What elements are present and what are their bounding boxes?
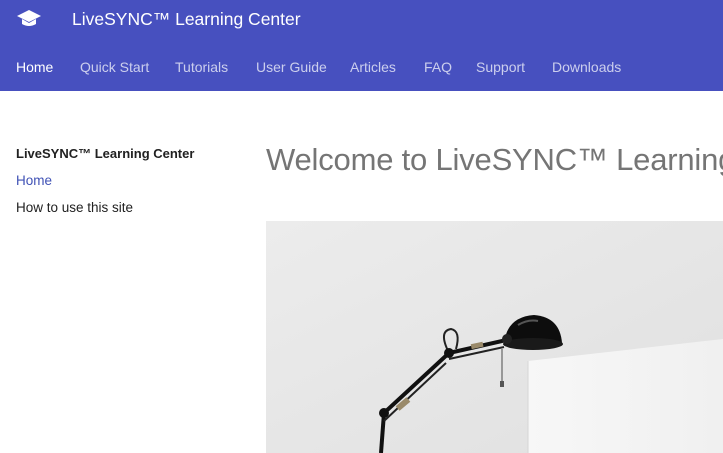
- sidebar-item-how-to-use[interactable]: How to use this site: [16, 200, 133, 215]
- sidebar-title: LiveSYNC™ Learning Center: [16, 146, 195, 161]
- tab-quick-start[interactable]: Quick Start: [80, 59, 149, 75]
- hero-image: [266, 221, 723, 453]
- sidebar-item-home[interactable]: Home: [16, 173, 52, 188]
- tab-home[interactable]: Home: [16, 59, 53, 75]
- main-content: Welcome to LiveSYNC™ Learning: [266, 0, 723, 453]
- page-title: Welcome to LiveSYNC™ Learning: [266, 142, 723, 177]
- graduation-cap-icon[interactable]: [16, 8, 42, 30]
- tab-tutorials[interactable]: Tutorials: [175, 59, 228, 75]
